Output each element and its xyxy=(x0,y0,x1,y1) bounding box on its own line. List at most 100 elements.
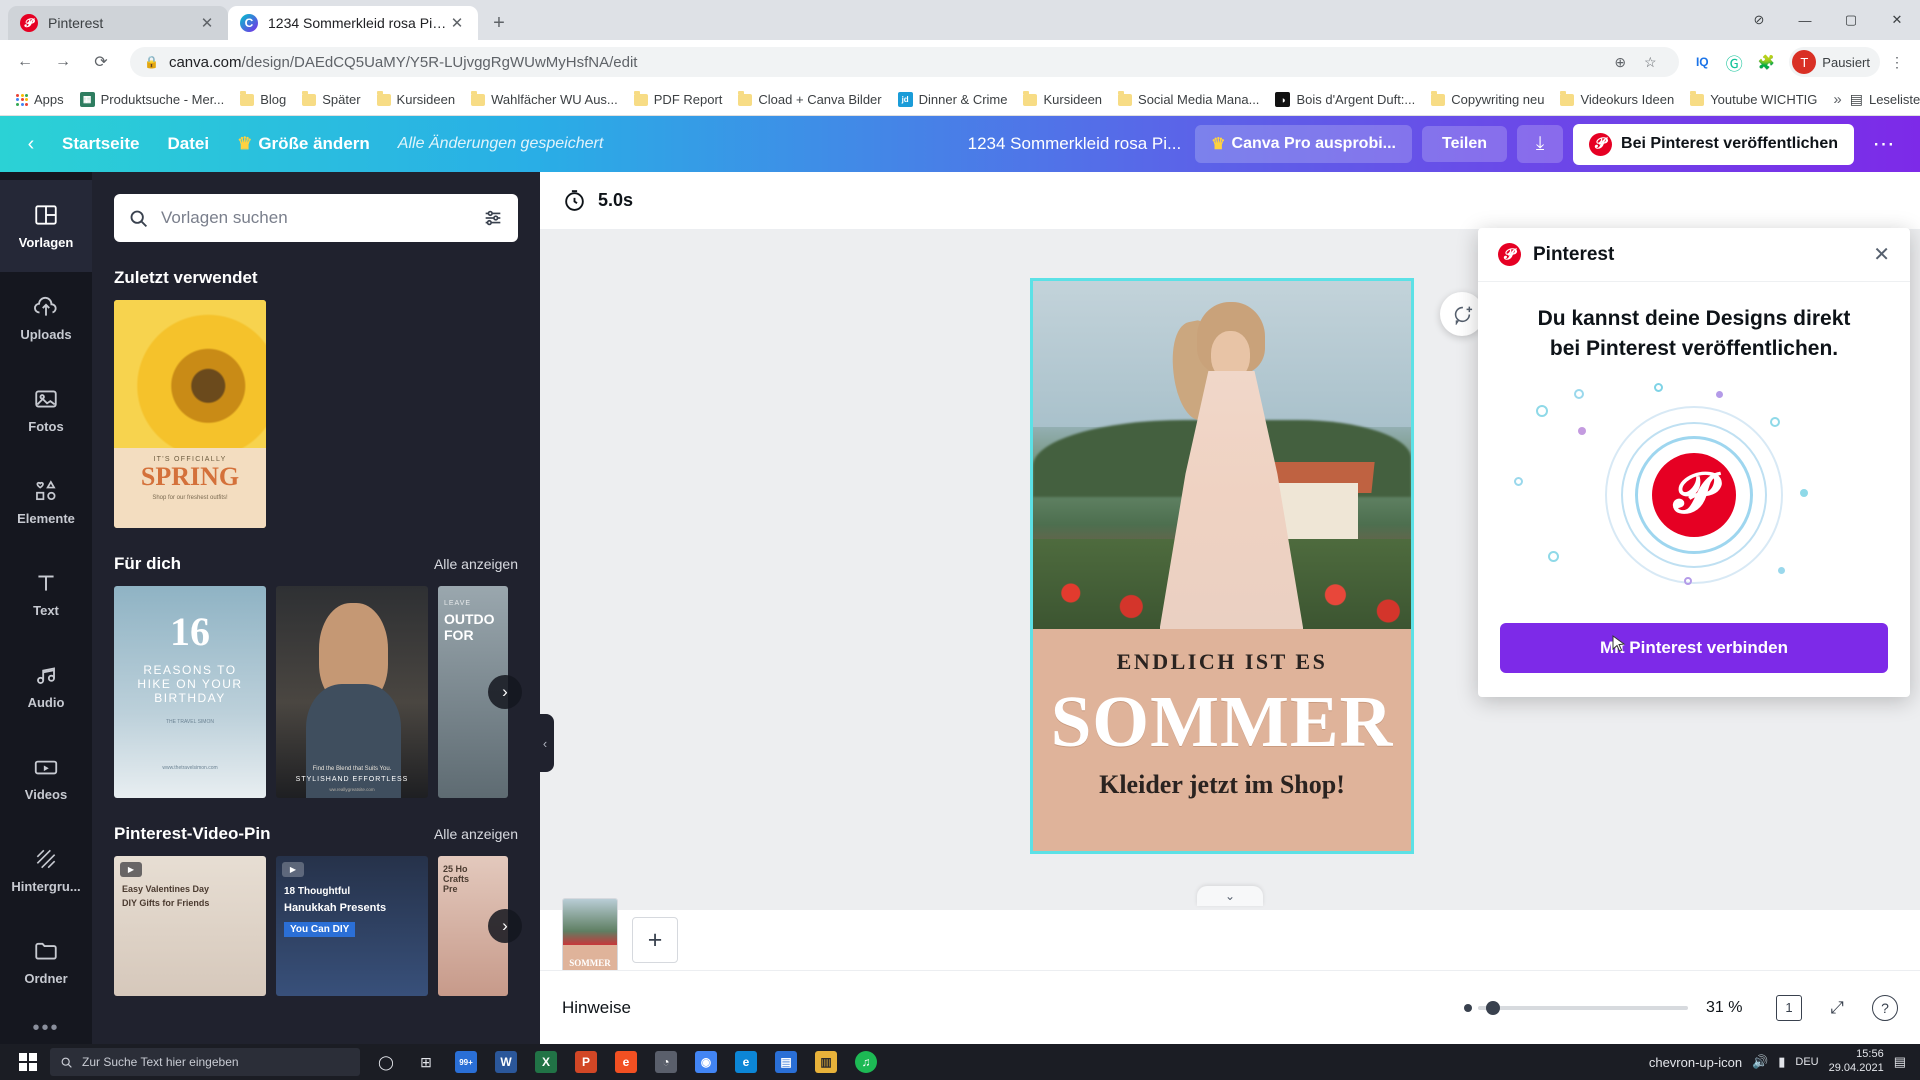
taskbar-app-browser[interactable]: e xyxy=(606,1044,646,1080)
sidebar-item-ordner[interactable]: Ordner xyxy=(0,916,92,1008)
sidebar-item-fotos[interactable]: Fotos xyxy=(0,364,92,456)
toolbar-home[interactable]: Startseite xyxy=(48,128,153,160)
template-card[interactable]: 16 REASONS TO HIKE ON YOUR BIRTHDAY THE … xyxy=(114,586,266,798)
bookmark-social-media[interactable]: Social Media Mana... xyxy=(1110,87,1267,113)
taskbar-app-excel[interactable]: X xyxy=(526,1044,566,1080)
bookmark-copywriting[interactable]: Copywriting neu xyxy=(1423,87,1552,113)
chrome-menu-icon[interactable]: ⋮ xyxy=(1882,47,1912,77)
publish-pinterest-button[interactable]: 𝓟 Bei Pinterest veröffentlichen xyxy=(1573,123,1854,165)
grammarly-extension-icon[interactable]: Ⓖ xyxy=(1719,47,1749,77)
headline-small[interactable]: ENDLICH IST ES xyxy=(1033,649,1411,675)
toolbar-file[interactable]: Datei xyxy=(153,128,223,160)
filter-sliders-icon[interactable] xyxy=(482,207,504,229)
connect-pinterest-button[interactable]: Mit Pinterest verbinden xyxy=(1500,622,1888,673)
show-all-link[interactable]: Alle anzeigen xyxy=(434,826,518,842)
zoom-slider[interactable] xyxy=(1464,1000,1688,1015)
extensions-blocked-icon[interactable]: ⊘ xyxy=(1736,0,1782,40)
bookmark-videokurs[interactable]: Videokurs Ideen xyxy=(1552,87,1682,113)
sidebar-item-hintergrund[interactable]: Hintergru... xyxy=(0,824,92,916)
add-page-button[interactable]: + xyxy=(632,917,678,963)
browser-tab-canva[interactable]: C 1234 Sommerkleid rosa Pin #1 – ✕ xyxy=(228,6,478,40)
maximize-button[interactable]: ▢ xyxy=(1828,0,1874,40)
bookmark-apps[interactable]: Apps xyxy=(8,87,72,113)
document-title[interactable]: 1234 Sommerkleid rosa Pi... xyxy=(954,128,1196,160)
zoom-icon[interactable]: ⊕ xyxy=(1605,47,1635,77)
bookmark-pdf-report[interactable]: PDF Report xyxy=(626,87,731,113)
expand-icon[interactable]: ⤢ xyxy=(1820,991,1854,1025)
reload-icon[interactable]: ⟳ xyxy=(84,45,118,79)
clock[interactable]: 15:56 29.04.2021 xyxy=(1829,1048,1884,1076)
sidebar-item-vorlagen[interactable]: Vorlagen xyxy=(0,180,92,272)
bookmark-cload-canva-bilder[interactable]: Cload + Canva Bilder xyxy=(730,87,889,113)
share-button[interactable]: Teilen xyxy=(1422,126,1508,162)
taskbar-app-word[interactable]: W xyxy=(486,1044,526,1080)
sidebar-item-audio[interactable]: Audio xyxy=(0,640,92,732)
notes-button[interactable]: Hinweise xyxy=(562,998,631,1018)
pages-icon[interactable]: 1 xyxy=(1776,994,1802,1021)
notification-icon[interactable]: ▤ xyxy=(1894,1054,1906,1070)
toolbar-resize[interactable]: ♛ Größe ändern xyxy=(223,128,384,160)
taskbar-app-chrome[interactable]: ◉ xyxy=(686,1044,726,1080)
windows-start-icon[interactable] xyxy=(6,1044,50,1080)
chevron-right-icon[interactable]: › xyxy=(488,909,522,943)
bookmark-youtube-wichtig[interactable]: Youtube WICHTIG xyxy=(1682,87,1825,113)
chevron-left-icon[interactable]: ‹ xyxy=(14,127,48,161)
close-icon[interactable]: ✕ xyxy=(198,14,216,32)
bookmark-produktsuche[interactable]: ▦ Produktsuche - Mer... xyxy=(72,87,233,113)
bookmarks-overflow-icon[interactable]: » xyxy=(1825,91,1849,108)
bookmark-blog[interactable]: Blog xyxy=(232,87,294,113)
chevron-up-icon[interactable]: chevron-up-icon xyxy=(1649,1055,1742,1070)
collapse-panel-button[interactable]: ‹ xyxy=(536,714,554,772)
task-view-icon[interactable]: ⊞ xyxy=(406,1044,446,1080)
taskbar-app-media[interactable]: ◔ xyxy=(646,1044,686,1080)
address-bar[interactable]: 🔒 canva.com/design/DAEdCQ5UaMY/Y5R-LUjvg… xyxy=(130,47,1680,77)
taskbar-app-explorer[interactable]: ▥ xyxy=(806,1044,846,1080)
taskbar-search-input[interactable]: Zur Suche Text hier eingeben xyxy=(50,1048,360,1076)
bookmark-wahlfaecher[interactable]: Wahlfächer WU Aus... xyxy=(463,87,626,113)
bookmark-bois-dargent[interactable]: ◑ Bois d'Argent Duft:... xyxy=(1267,87,1423,113)
back-icon[interactable]: ← xyxy=(8,45,42,79)
forward-icon[interactable]: → xyxy=(46,45,80,79)
page-duration[interactable]: 5.0s xyxy=(598,190,633,211)
template-card[interactable]: IT'S OFFICIALLY SPRING Shop for our fres… xyxy=(114,300,266,528)
download-icon[interactable]: ⤓ xyxy=(1517,125,1564,163)
sidebar-item-uploads[interactable]: Uploads xyxy=(0,272,92,364)
close-icon[interactable]: ✕ xyxy=(448,14,466,32)
close-window-button[interactable]: ✕ xyxy=(1874,0,1920,40)
bookmark-kursideen-1[interactable]: Kursideen xyxy=(369,87,464,113)
language-indicator[interactable]: DEU xyxy=(1795,1056,1818,1068)
show-all-link[interactable]: Alle anzeigen xyxy=(434,556,518,572)
ellipsis-icon[interactable]: ⋯ xyxy=(1862,125,1906,163)
taskbar-app-store[interactable]: ▤ xyxy=(766,1044,806,1080)
taskbar-app-spotify[interactable]: ♫ xyxy=(846,1044,886,1080)
taskbar-app-edge[interactable]: e xyxy=(726,1044,766,1080)
template-card[interactable]: ▶ 18 Thoughtful Hanukkah Presents You Ca… xyxy=(276,856,428,996)
help-icon[interactable]: ? xyxy=(1872,994,1898,1021)
design-canvas[interactable]: ENDLICH IST ES SOMMER Kleider jetzt im S… xyxy=(1030,278,1414,854)
puzzle-extension-icon[interactable]: 🧩 xyxy=(1751,47,1781,77)
taskbar-app-powerpoint[interactable]: P xyxy=(566,1044,606,1080)
more-dots-icon[interactable]: ••• xyxy=(0,1008,92,1048)
bookmark-dinner-crime[interactable]: jd Dinner & Crime xyxy=(890,87,1016,113)
reading-list-button[interactable]: ▤ Leseliste xyxy=(1850,91,1920,108)
sidebar-item-text[interactable]: Text xyxy=(0,548,92,640)
profile-chip[interactable]: T Pausiert xyxy=(1789,47,1880,77)
bookmark-kursideen-2[interactable]: Kursideen xyxy=(1015,87,1110,113)
volume-icon[interactable]: 🔊 xyxy=(1752,1054,1768,1070)
subline[interactable]: Kleider jetzt im Shop! xyxy=(1033,770,1411,800)
chevron-right-icon[interactable]: › xyxy=(488,675,522,709)
search-input[interactable]: Vorlagen suchen xyxy=(114,194,518,242)
minimize-button[interactable]: — xyxy=(1782,0,1828,40)
browser-tab-pinterest[interactable]: 𝓟 Pinterest ✕ xyxy=(8,6,228,40)
network-icon[interactable]: ▮ xyxy=(1778,1054,1785,1070)
bookmark-star-icon[interactable]: ☆ xyxy=(1635,47,1665,77)
canva-pro-button[interactable]: ♛ Canva Pro ausprobi... xyxy=(1195,125,1412,163)
bookmark-spaeter[interactable]: Später xyxy=(294,87,368,113)
iq-extension-icon[interactable]: IQ xyxy=(1687,47,1717,77)
scroll-down-icon[interactable]: ⌄ xyxy=(1197,886,1263,906)
template-card[interactable]: ▶ Easy Valentines Day DIY Gifts for Frie… xyxy=(114,856,266,996)
new-tab-button[interactable]: + xyxy=(482,6,516,40)
headline-big[interactable]: SOMMER xyxy=(1033,683,1411,761)
template-card[interactable]: Find the Blend that Suits You. STYLISHAN… xyxy=(276,586,428,798)
sidebar-item-elemente[interactable]: Elemente xyxy=(0,456,92,548)
